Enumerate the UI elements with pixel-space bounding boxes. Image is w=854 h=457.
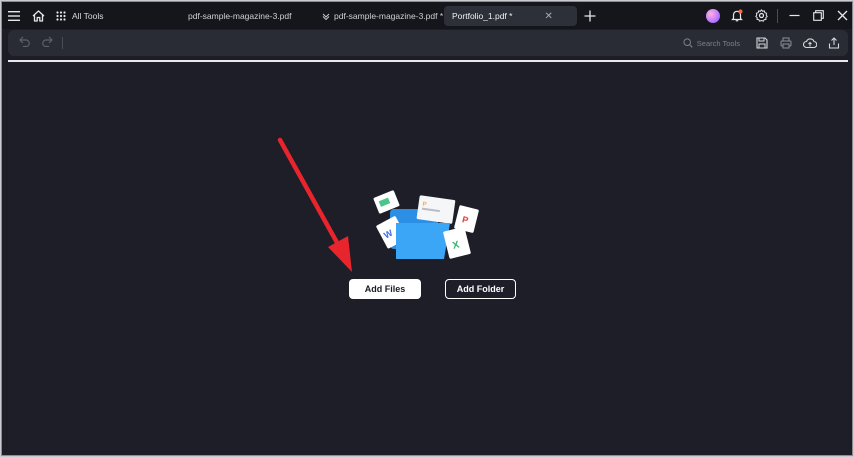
- tab-label: pdf-sample-magazine-3.pdf: [188, 11, 292, 21]
- tab-close-icon[interactable]: ✕: [544, 11, 552, 22]
- all-tools-label: All Tools: [72, 10, 104, 21]
- red-arrow-annotation: [277, 137, 352, 272]
- tab-label: pdf-sample-magazine-3.pdf *: [334, 11, 444, 21]
- tab-pdf-sample-magazine-1[interactable]: pdf-sample-magazine-3.pdf: [188, 6, 291, 26]
- app-window: All Tools pdf-sample-magazine-3.pdf pdf-…: [1, 1, 853, 456]
- all-tools-button[interactable]: All Tools: [50, 2, 112, 29]
- ppt-file-icon: P: [416, 195, 456, 224]
- redo-icon[interactable]: [36, 36, 58, 50]
- search-input[interactable]: Search Tools: [697, 39, 740, 48]
- minimize-icon[interactable]: [782, 2, 806, 29]
- share-icon[interactable]: [824, 37, 844, 49]
- grid-icon: [56, 10, 66, 21]
- tab-portfolio[interactable]: Portfolio_1.pdf * ✕: [444, 6, 577, 26]
- plus-icon: [584, 10, 596, 22]
- folder-illustration: P W P X: [373, 190, 479, 259]
- add-tab-button[interactable]: [582, 6, 598, 26]
- save-icon[interactable]: [752, 37, 772, 49]
- add-folder-button[interactable]: Add Folder: [445, 279, 516, 299]
- restore-icon[interactable]: [806, 2, 830, 29]
- avatar[interactable]: [701, 2, 725, 29]
- toolbar-separator: [62, 37, 63, 49]
- home-icon[interactable]: [26, 2, 50, 29]
- add-files-button[interactable]: Add Files: [349, 279, 421, 299]
- search-tools[interactable]: Search Tools: [683, 38, 740, 48]
- undo-icon[interactable]: [14, 36, 36, 50]
- title-bar: All Tools pdf-sample-magazine-3.pdf pdf-…: [2, 2, 852, 29]
- chevron-down-icon: [322, 13, 330, 20]
- search-icon: [683, 38, 693, 48]
- toolbar-right: Search Tools: [683, 30, 844, 56]
- gear-icon[interactable]: [749, 2, 773, 29]
- separator: [777, 8, 778, 23]
- menu-icon[interactable]: [2, 2, 26, 29]
- close-icon[interactable]: [830, 2, 852, 29]
- cloud-upload-icon[interactable]: [800, 37, 820, 49]
- bell-icon[interactable]: [725, 2, 749, 29]
- tab-pdf-sample-magazine-2[interactable]: pdf-sample-magazine-3.pdf *: [322, 6, 443, 26]
- tab-label: Portfolio_1.pdf *: [452, 11, 513, 21]
- window-controls: [701, 2, 852, 29]
- portfolio-canvas: P W P X Add Files Add Folder: [8, 60, 848, 451]
- toolbar: Search Tools: [8, 30, 848, 56]
- print-icon[interactable]: [776, 37, 796, 49]
- svg-text:P: P: [422, 202, 427, 209]
